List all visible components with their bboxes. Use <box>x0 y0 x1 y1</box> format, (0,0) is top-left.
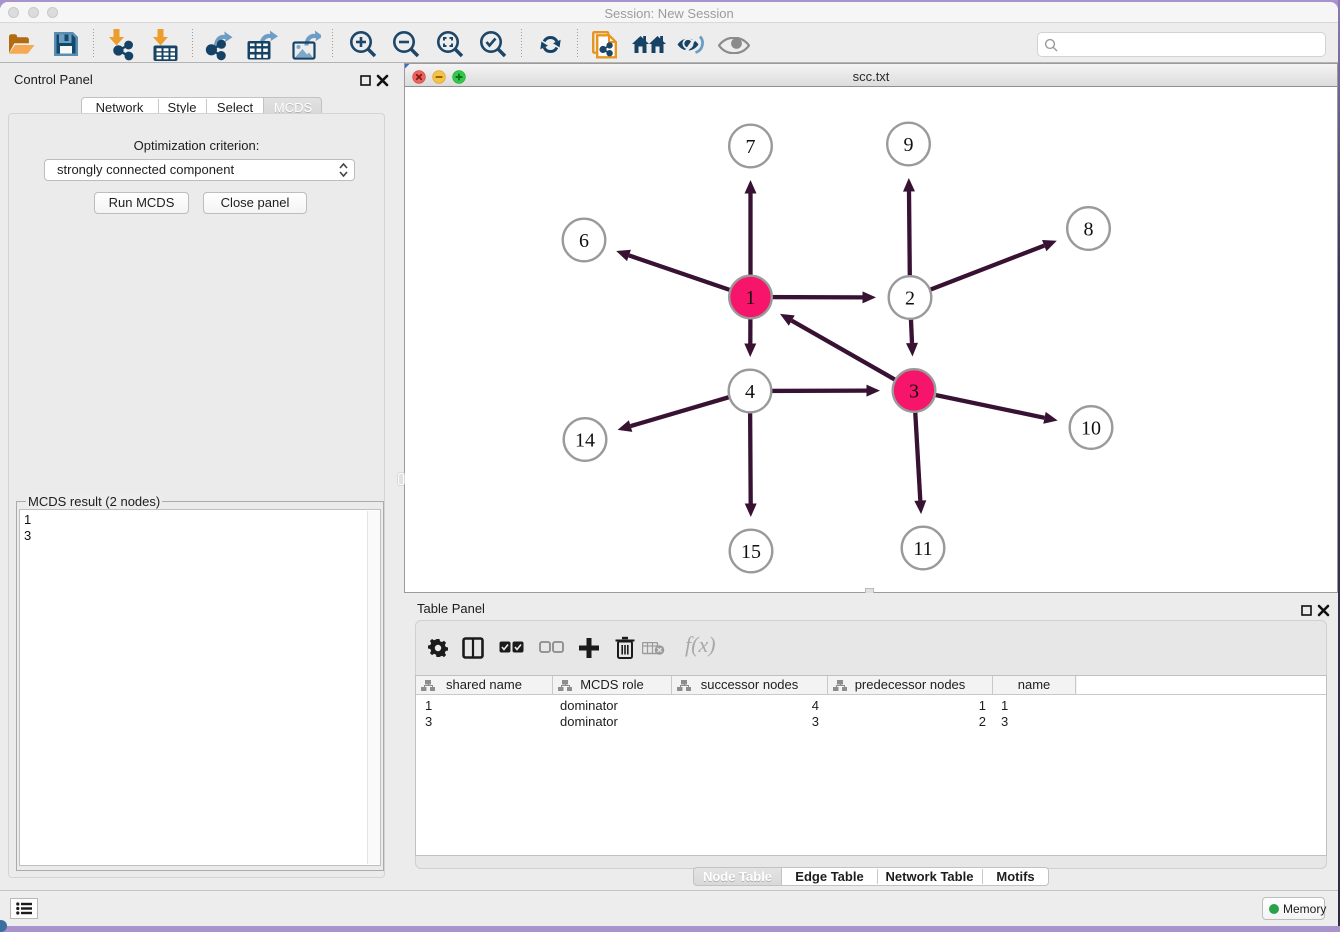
svg-text:7: 7 <box>746 136 756 158</box>
svg-text:6: 6 <box>579 230 589 252</box>
svg-text:10: 10 <box>1081 418 1101 440</box>
svg-text:11: 11 <box>913 538 932 560</box>
svg-text:1: 1 <box>746 287 756 309</box>
svg-text:2: 2 <box>905 288 915 310</box>
svg-text:8: 8 <box>1084 219 1094 241</box>
svg-text:9: 9 <box>904 134 914 156</box>
svg-text:14: 14 <box>575 430 595 452</box>
svg-text:3: 3 <box>909 381 919 403</box>
svg-text:4: 4 <box>745 381 755 403</box>
svg-text:15: 15 <box>741 541 761 563</box>
